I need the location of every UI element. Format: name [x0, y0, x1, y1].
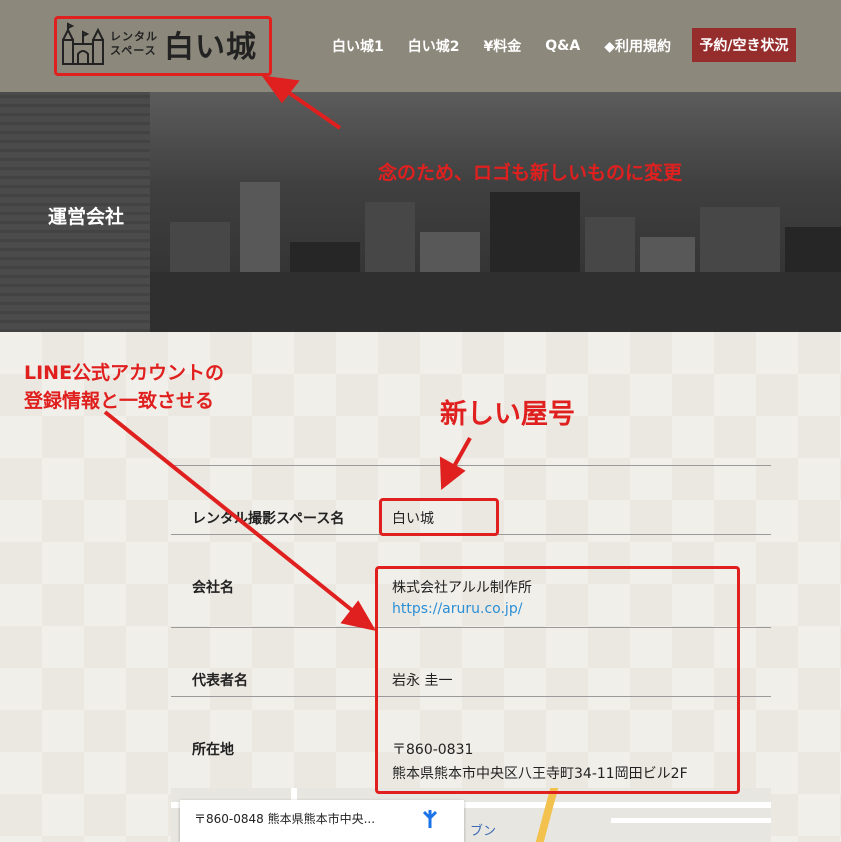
row-label-representative: 代表者名: [192, 673, 248, 689]
map-info-card[interactable]: 〒860-0848 熊本県熊本市中央...: [180, 800, 464, 842]
row-label-space-name: レンタル撮影スペース名: [192, 511, 345, 527]
logo-note: 念のため、ロゴも新しいものに変更: [378, 162, 683, 184]
hero-banner: 運営会社: [0, 92, 841, 332]
nav-item-pricing[interactable]: ¥料金: [484, 36, 522, 56]
nav-item-shiroi-shiro-2[interactable]: 白い城2: [408, 36, 460, 56]
reservation-button[interactable]: 予約/空き状況: [692, 28, 796, 62]
line-note-1: LINE公式アカウントの: [24, 362, 225, 384]
line-note-2: 登録情報と一致させる: [24, 390, 215, 412]
row-label-company: 会社名: [192, 580, 234, 596]
info-highlight-box: [375, 566, 740, 794]
row-label-address: 所在地: [192, 742, 234, 758]
nav-item-terms[interactable]: ◆利用規約: [604, 36, 671, 56]
name-highlight-box: [379, 498, 499, 536]
nav-item-shiroi-shiro-1[interactable]: 白い城1: [332, 36, 384, 56]
directions-icon[interactable]: [420, 808, 440, 830]
table-divider: [171, 465, 771, 466]
page-title: 運営会社: [48, 206, 125, 228]
name-note: 新しい屋号: [440, 399, 575, 430]
nav-item-faq[interactable]: Q&A: [545, 38, 580, 54]
main-nav: 白い城1 白い城2 ¥料金 Q&A ◆利用規約: [332, 36, 695, 56]
map-place-label: ブン: [470, 824, 497, 839]
map-address-text: 〒860-0848 熊本県熊本市中央...: [194, 812, 376, 826]
logo-highlight-box: [54, 16, 272, 76]
